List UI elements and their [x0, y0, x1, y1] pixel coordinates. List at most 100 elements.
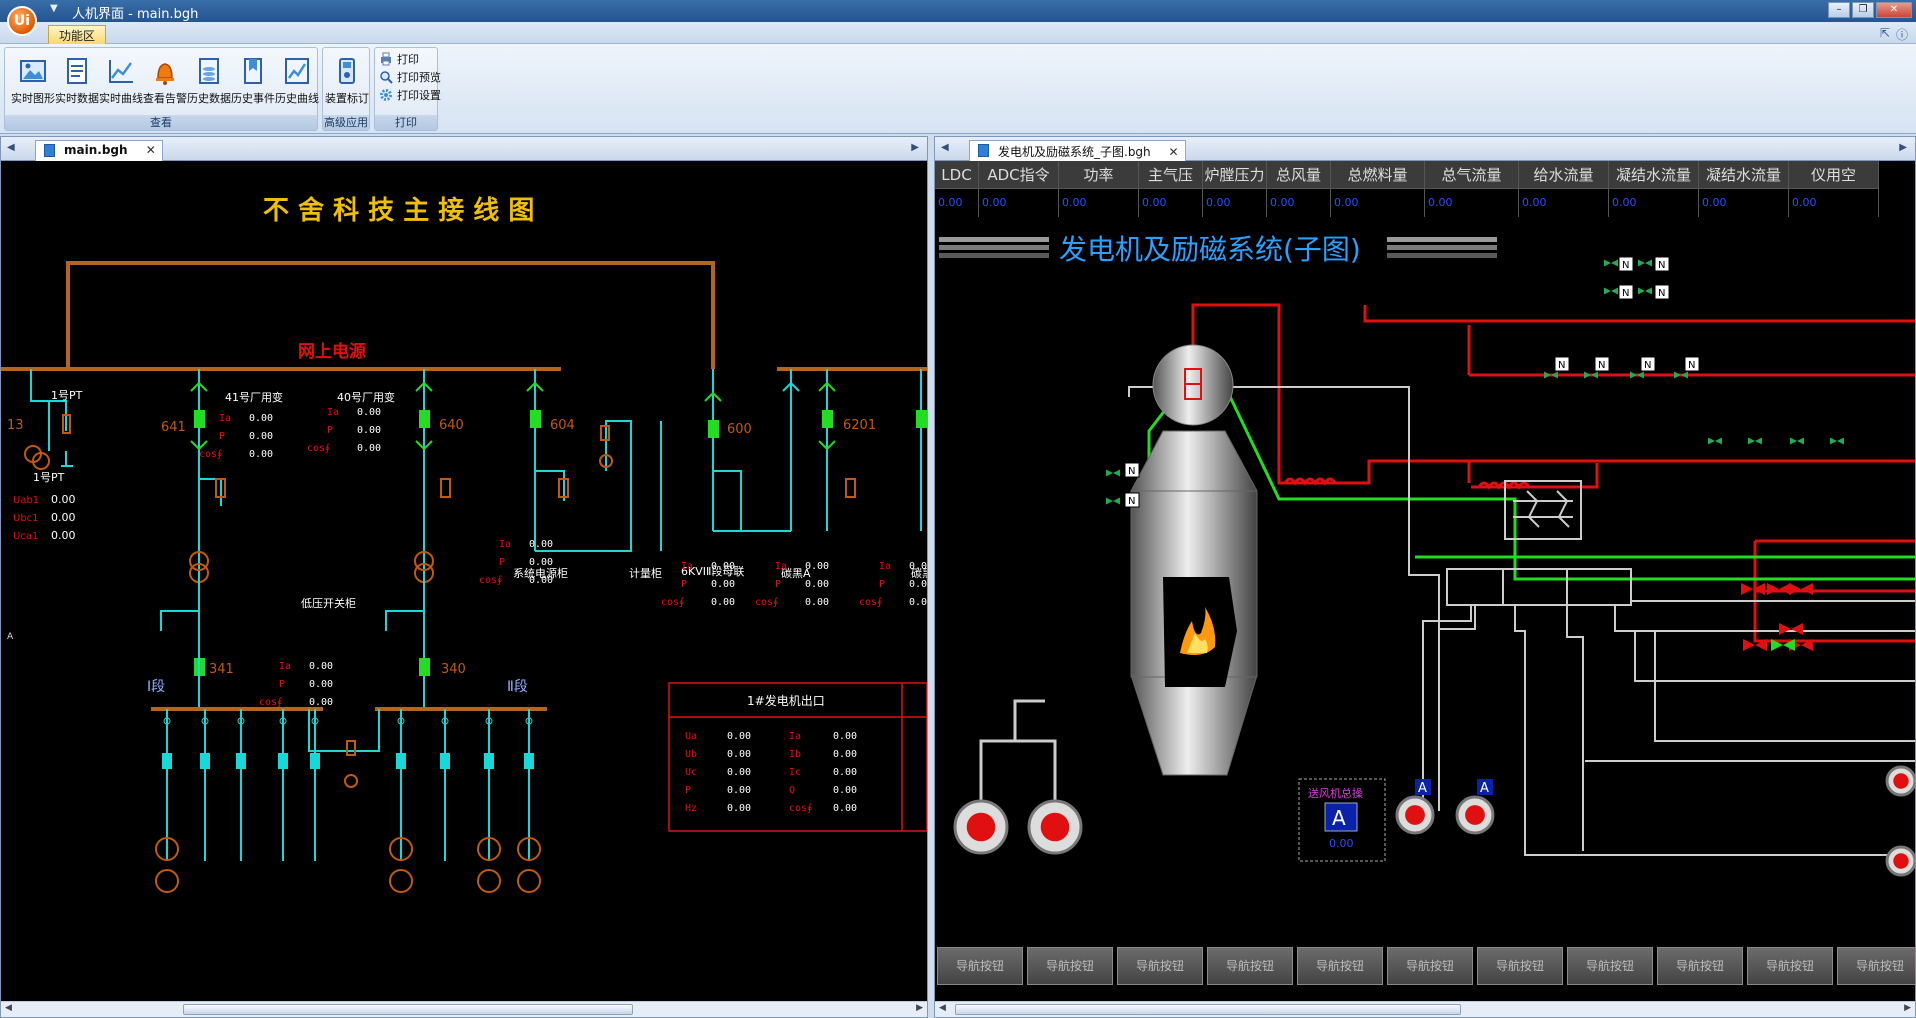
measure-label: Ia: [279, 661, 291, 672]
valve-icon[interactable]: [1801, 583, 1813, 595]
valve-icon[interactable]: [1674, 371, 1681, 379]
valve-icon[interactable]: [1790, 437, 1797, 445]
branch-breaker[interactable]: [236, 753, 246, 769]
uca-label: Uca1: [13, 531, 38, 542]
valve-icon[interactable]: [1791, 623, 1803, 635]
branch-breaker[interactable]: [484, 753, 494, 769]
valve-icon[interactable]: [1113, 469, 1120, 477]
valve-icon[interactable]: [1830, 437, 1837, 445]
tab-close-icon[interactable]: ✕: [1168, 145, 1178, 159]
valve-icon[interactable]: [1779, 623, 1791, 635]
valve-icon[interactable]: [1637, 371, 1644, 379]
history-curve-button[interactable]: 历史曲线: [269, 54, 325, 110]
tab-function-area[interactable]: 功能区: [48, 25, 107, 45]
quick-access-dropdown-icon[interactable]: ▼: [50, 3, 58, 14]
valve-icon[interactable]: [1767, 583, 1779, 595]
measure-label: Ia: [775, 561, 787, 572]
valve-icon[interactable]: [1106, 497, 1113, 505]
nav-button[interactable]: 导航按钮: [1477, 947, 1563, 985]
valve-icon[interactable]: [1789, 583, 1801, 595]
right-tab-strip: ◀ 发电机及励磁系统_子图.bgh ✕ ▶: [935, 137, 1915, 161]
branch-breaker[interactable]: [396, 753, 406, 769]
tab-generator-excitation[interactable]: 发电机及励磁系统_子图.bgh ✕: [969, 140, 1186, 161]
branch-breaker[interactable]: [278, 753, 288, 769]
valve-icon[interactable]: [1715, 437, 1722, 445]
nav-button[interactable]: 导航按钮: [1027, 947, 1113, 985]
nav-button[interactable]: 导航按钮: [1207, 947, 1293, 985]
branch-breaker[interactable]: [440, 753, 450, 769]
tab-close-icon[interactable]: ✕: [146, 143, 156, 157]
nav-button[interactable]: 导航按钮: [937, 947, 1023, 985]
measure-label: Ia: [327, 407, 339, 418]
data-sheet-icon: [67, 58, 87, 84]
valve-icon[interactable]: [1837, 437, 1844, 445]
right-horizontal-scrollbar[interactable]: ◀ ▶: [935, 1001, 1915, 1017]
ribbon-group-advanced: 装置标订 高级应用: [322, 47, 370, 131]
minimize-button[interactable]: –: [1828, 2, 1850, 18]
device-calibration-button[interactable]: 装置标订: [319, 54, 375, 110]
branch-breaker[interactable]: [200, 753, 210, 769]
valve-icon[interactable]: [1638, 287, 1645, 295]
measure-value: 0.00: [357, 425, 381, 436]
valve-icon[interactable]: [1741, 583, 1753, 595]
print-settings-button[interactable]: 打印设置: [379, 86, 441, 104]
valve-icon[interactable]: [1708, 437, 1715, 445]
tab-scroll-left-icon[interactable]: ◀: [7, 142, 15, 153]
valve-icon[interactable]: [1630, 371, 1637, 379]
branch-breaker[interactable]: [162, 753, 172, 769]
node-641: 641: [161, 420, 186, 435]
tab-scroll-left-icon[interactable]: ◀: [941, 142, 949, 153]
nav-button[interactable]: 导航按钮: [1567, 947, 1653, 985]
valve-icon[interactable]: [1551, 371, 1558, 379]
nav-button[interactable]: 导航按钮: [1297, 947, 1383, 985]
tab-scroll-right-icon[interactable]: ▶: [911, 142, 919, 153]
valve-icon[interactable]: [1748, 437, 1755, 445]
valve-icon[interactable]: [1681, 371, 1688, 379]
valve-icon[interactable]: [1645, 259, 1652, 267]
valve-icon[interactable]: [1645, 287, 1652, 295]
nav-button[interactable]: 导航按钮: [1747, 947, 1833, 985]
gen-param-label: cos∮: [789, 803, 812, 814]
measure-label: Ia: [681, 561, 693, 572]
valve-icon[interactable]: [1113, 497, 1120, 505]
nav-button[interactable]: 导航按钮: [1117, 947, 1203, 985]
layout-icon[interactable]: ⇱: [1880, 26, 1890, 43]
nav-button[interactable]: 导航按钮: [1837, 947, 1915, 985]
gen-param-label: P: [685, 785, 691, 796]
tab-scroll-right-icon[interactable]: ▶: [1899, 142, 1907, 153]
branch-breaker[interactable]: [524, 753, 534, 769]
valve-icon[interactable]: [1611, 287, 1618, 295]
valve-icon[interactable]: [1743, 639, 1755, 651]
valve-icon[interactable]: [1797, 437, 1804, 445]
print-preview-button[interactable]: 打印预览: [379, 68, 441, 86]
measure-value: 0.00: [309, 661, 333, 672]
valve-icon[interactable]: [1591, 371, 1598, 379]
measure-value: 0.00: [529, 575, 553, 586]
nav-button[interactable]: 导航按钮: [1657, 947, 1743, 985]
title-bar: Ui ▼ 人机界面 - main.bgh – ❐ ✕: [0, 0, 1916, 36]
valve-icon[interactable]: [1106, 469, 1113, 477]
gen-param-value: 0.00: [833, 785, 857, 796]
valve-icon[interactable]: [1611, 259, 1618, 267]
valve-icon[interactable]: [1604, 287, 1611, 295]
valve-icon[interactable]: [1604, 259, 1611, 267]
measure-label: P: [499, 557, 505, 568]
valve-icon[interactable]: [1544, 371, 1551, 379]
valve-icon[interactable]: [1584, 371, 1591, 379]
valve-icon[interactable]: [1638, 259, 1645, 267]
left-horizontal-scrollbar[interactable]: ◀ ▶: [1, 1001, 927, 1017]
branch-breaker[interactable]: [310, 753, 320, 769]
valve-icon[interactable]: [1755, 437, 1762, 445]
scroll-thumb[interactable]: [955, 1004, 1461, 1015]
window-title: 人机界面 - main.bgh: [72, 7, 199, 22]
restore-button[interactable]: ❐: [1852, 2, 1874, 18]
measure-value: 0.00: [805, 597, 829, 608]
print-button[interactable]: 打印: [379, 50, 419, 68]
tab-main-bgh[interactable]: main.bgh ✕: [35, 140, 163, 161]
close-button[interactable]: ✕: [1876, 2, 1912, 18]
right-document-pane: ◀ 发电机及励磁系统_子图.bgh ✕ ▶ LDC 0.00 ADC指令 0.00 功率…: [934, 136, 1916, 1018]
nav-button[interactable]: 导航按钮: [1387, 947, 1473, 985]
app-logo-button[interactable]: Ui: [7, 6, 37, 36]
help-icon[interactable]: ⓘ: [1896, 26, 1908, 43]
scroll-thumb[interactable]: [183, 1004, 633, 1015]
